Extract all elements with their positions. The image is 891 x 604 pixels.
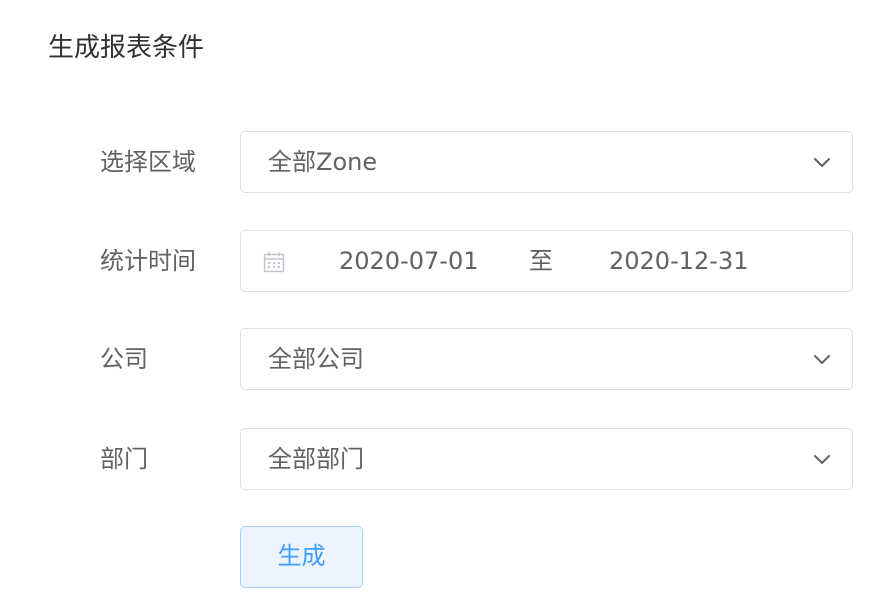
page-title: 生成报表条件: [48, 33, 205, 63]
calendar-icon: [263, 252, 285, 273]
form-row-company: 公司 全部公司: [0, 328, 891, 390]
company-select-value: 全部公司: [268, 345, 364, 373]
chevron-down-icon: [814, 455, 830, 464]
department-select-value: 全部部门: [268, 445, 364, 473]
end-date-input[interactable]: 2020-12-31: [609, 231, 748, 291]
department-select[interactable]: 全部部门: [240, 428, 853, 490]
start-date-input[interactable]: 2020-07-01: [339, 231, 478, 291]
date-range-separator: 至: [529, 247, 553, 275]
date-range-picker[interactable]: 2020-07-01 至 2020-12-31: [240, 230, 853, 292]
zone-label: 选择区域: [100, 148, 196, 176]
form-row-period: 统计时间 2020-07-01 至 2020-12-31: [0, 230, 891, 292]
chevron-down-icon: [814, 355, 830, 364]
department-label: 部门: [100, 445, 148, 473]
company-select[interactable]: 全部公司: [240, 328, 853, 390]
zone-select[interactable]: 全部Zone: [240, 131, 853, 193]
form-row-department: 部门 全部部门: [0, 428, 891, 490]
period-label: 统计时间: [100, 247, 196, 275]
form-row-zone: 选择区域 全部Zone: [0, 131, 891, 193]
company-label: 公司: [100, 345, 148, 373]
chevron-down-icon: [814, 158, 830, 167]
generate-button[interactable]: 生成: [240, 526, 363, 588]
zone-select-value: 全部Zone: [268, 148, 378, 176]
